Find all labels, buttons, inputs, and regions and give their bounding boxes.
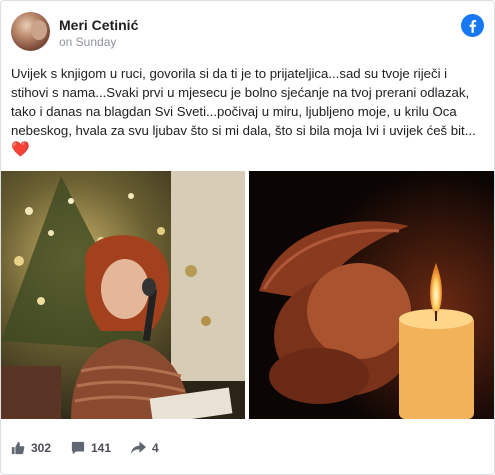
share-arrow-icon <box>131 441 146 454</box>
post-timestamp[interactable]: on Sunday <box>59 35 116 49</box>
share-count-value: 4 <box>152 441 159 455</box>
comment-count[interactable]: 141 <box>71 441 111 455</box>
photo-woman-with-microphone[interactable] <box>1 171 245 419</box>
woman-photo-image <box>1 171 245 419</box>
comment-count-value: 141 <box>91 441 112 455</box>
heart-emoji: ❤️ <box>11 141 30 158</box>
facebook-icon[interactable] <box>461 14 484 37</box>
angel-candle-image <box>249 171 494 419</box>
like-count[interactable]: 302 <box>11 441 51 455</box>
thumbs-up-icon <box>11 441 25 455</box>
post-text: Uvijek s knjigom u ruci, govorila si da … <box>11 64 483 159</box>
photo-grid <box>1 171 494 419</box>
photo-angel-candle[interactable] <box>249 171 494 419</box>
share-count[interactable]: 4 <box>131 441 159 455</box>
facebook-post-card: Meri Cetinić on Sunday Uvijek s knjigom … <box>0 0 495 475</box>
avatar-face <box>31 20 47 40</box>
post-stats: 302 141 4 <box>11 441 484 461</box>
post-header: Meri Cetinić on Sunday <box>11 12 484 56</box>
post-body: Uvijek s knjigom u ruci, govorila si da … <box>11 66 476 138</box>
like-count-value: 302 <box>31 441 52 455</box>
avatar[interactable] <box>11 12 50 51</box>
author-name[interactable]: Meri Cetinić <box>59 17 138 33</box>
comment-icon <box>71 441 85 455</box>
